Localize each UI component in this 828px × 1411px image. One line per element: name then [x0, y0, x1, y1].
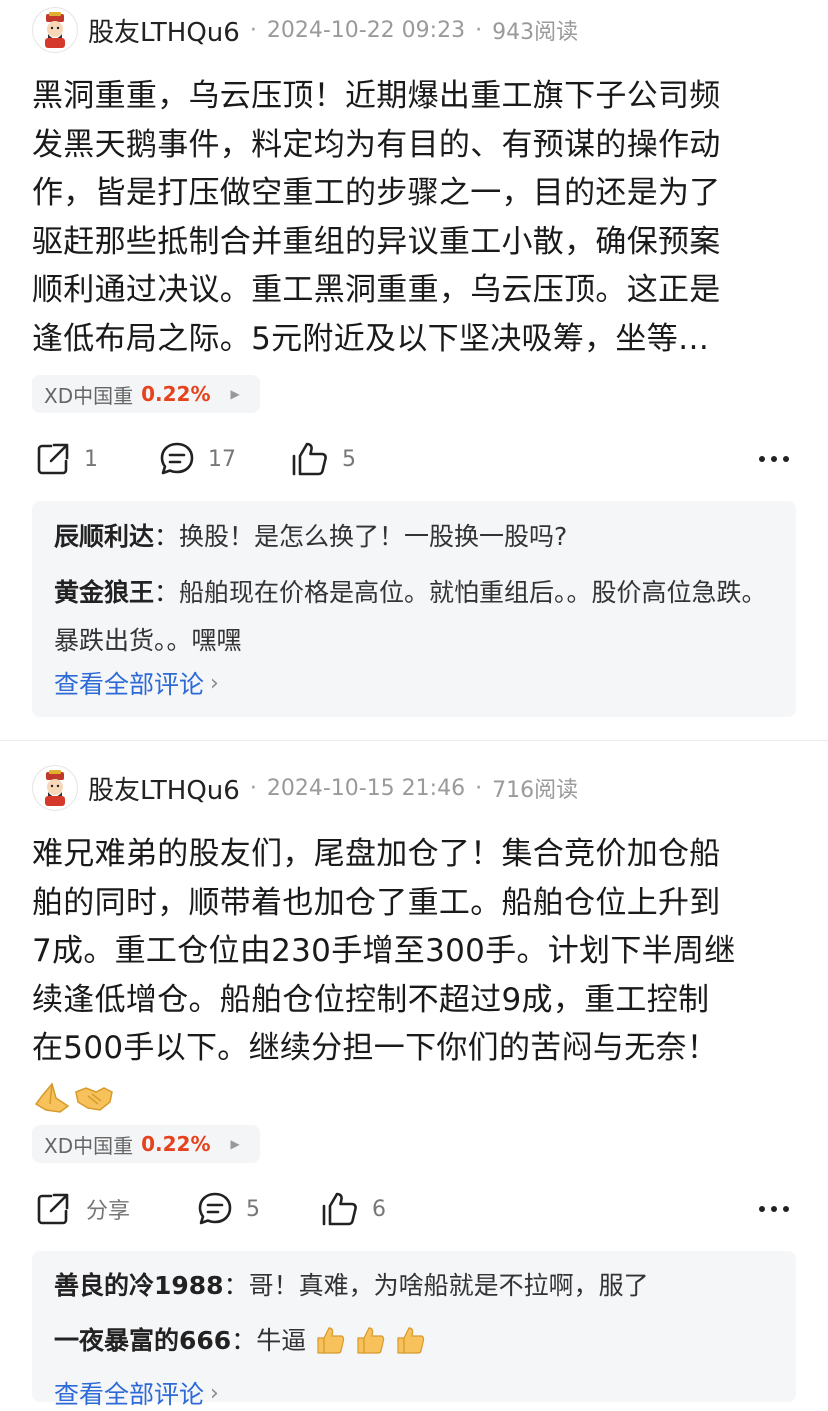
like-button[interactable]: 6 — [320, 1183, 386, 1235]
more-button[interactable] — [758, 433, 790, 485]
chevron-right-icon: › — [210, 670, 219, 696]
handshake-emoji-icon — [75, 1087, 113, 1111]
comment-author[interactable]: 辰顺利达 — [54, 522, 154, 551]
content-line: 发黑天鹅事件，料定均为有目的、有预谋的操作动 — [32, 126, 721, 163]
comments-preview[interactable]: 辰顺利达：换股！是怎么换了！一股换一股吗? 黄金狼王：船舶现在价格是高位。就怕重… — [32, 501, 796, 717]
read-count: 943阅读 — [492, 20, 579, 45]
like-count: 5 — [342, 446, 356, 472]
comment-item[interactable]: 辰顺利达：换股！是怎么换了！一股换一股吗? — [54, 513, 778, 561]
share-button[interactable]: 1 — [34, 433, 98, 485]
see-all-label: 查看全部评论 — [54, 670, 205, 699]
separator-dot: · — [475, 775, 483, 801]
separator-dot: · — [475, 17, 483, 43]
post-timestamp: 2024-10-15 21:46 — [266, 775, 466, 801]
avatar-god-of-wealth-icon — [45, 12, 65, 48]
avatar-god-of-wealth-icon — [45, 770, 65, 806]
content-line: 逢低布局之际。5元附近及以下坚决吸筹，坐等… — [32, 320, 710, 357]
see-all-comments-link[interactable]: 查看全部评论 › — [54, 665, 219, 701]
content-line: 作，皆是打压做空重工的步骤之一，目的还是为了 — [32, 175, 721, 212]
separator-dot: · — [249, 775, 257, 801]
content-line: 舶的同时，顺带着也加仓了重工。船舶仓位上升到 — [32, 884, 721, 921]
comment-author[interactable]: 黄金狼王 — [54, 578, 154, 607]
share-button[interactable]: 分享 — [34, 1183, 130, 1235]
content-line: 黑洞重重，乌云压顶！近期爆出重工旗下子公司频 — [32, 78, 721, 114]
play-arrow-icon: ▶ — [230, 1137, 240, 1151]
share-icon — [37, 1193, 69, 1225]
post-header: 股友LTHQu6 · 2024-10-22 09:23 · 943阅读 — [32, 6, 578, 54]
stock-name: XD中国重 — [44, 1133, 134, 1158]
comment-count: 5 — [246, 1196, 260, 1222]
like-icon — [322, 1192, 357, 1226]
content-line: 难兄难弟的股友们，尾盘加仓了！集合竞价加仓船 — [32, 836, 721, 872]
more-icon — [759, 456, 789, 462]
comment-colon: ： — [231, 1326, 257, 1355]
content-line: 续逢低增仓。船舶仓位控制不超过9成，重工控制 — [32, 981, 710, 1018]
see-all-label: 查看全部评论 — [54, 1380, 205, 1409]
comments-preview[interactable]: 善良的冷1988：哥！真难，为啥船就是不拉啊，服了 一夜暴富的666：牛逼 查看… — [32, 1251, 796, 1409]
comment-text: 牛逼 — [256, 1326, 307, 1355]
comment-colon: ： — [223, 1271, 249, 1300]
thumbs-up-emoji-icon — [317, 1327, 345, 1354]
username[interactable]: 股友LTHQu6 — [88, 12, 240, 49]
avatar[interactable] — [32, 7, 78, 53]
comment-item[interactable]: 黄金狼王：船舶现在价格是高位。就怕重组后。。股价高位急跌。暴跌出货。。嘿嘿 — [54, 569, 778, 664]
username[interactable]: 股友LTHQu6 — [88, 770, 240, 807]
folded-hands-emoji-icon — [34, 1082, 70, 1113]
read-count: 716阅读 — [492, 778, 579, 803]
see-all-comments-link[interactable]: 查看全部评论 › — [54, 1375, 219, 1411]
content-line: 7成。重工仓位由230手增至300手。计划下半周继 — [32, 933, 736, 970]
comment-button[interactable]: 5 — [196, 1183, 260, 1235]
stock-name: XD中国重 — [44, 383, 134, 408]
content-line: 驱赶那些抵制合并重组的异议重工小散，确保预案 — [32, 223, 721, 260]
comment-author[interactable]: 善良的冷1988 — [54, 1271, 224, 1300]
comment-text: 哥！真难，为啥船就是不拉啊，服了 — [248, 1271, 649, 1300]
like-icon — [292, 442, 327, 476]
play-arrow-icon: ▶ — [230, 387, 240, 401]
comment-count: 17 — [208, 446, 236, 472]
avatar[interactable] — [32, 765, 78, 811]
content-line: 顺利通过决议。重工黑洞重重，乌云压顶。这正是 — [32, 272, 721, 309]
more-button[interactable] — [758, 1183, 790, 1235]
stock-tag[interactable]: XD中国重 0.22% ▶ — [32, 375, 260, 413]
more-icon — [759, 1206, 789, 1212]
comment-button[interactable]: 17 — [158, 433, 236, 485]
post-divider — [0, 740, 828, 741]
comment-item[interactable]: 善良的冷1988：哥！真难，为啥船就是不拉啊，服了 — [54, 1262, 778, 1310]
comment-icon — [160, 442, 194, 475]
comment-item[interactable]: 一夜暴富的666：牛逼 — [54, 1317, 778, 1365]
share-icon — [37, 443, 69, 475]
post-timestamp: 2024-10-22 09:23 — [266, 17, 466, 43]
action-bar: 1 17 5 — [32, 433, 798, 485]
stock-change: 0.22% — [141, 382, 211, 406]
post-header: 股友LTHQu6 · 2024-10-15 21:46 · 716阅读 — [32, 764, 578, 812]
action-bar: 分享 5 6 — [32, 1183, 798, 1235]
post-content[interactable]: 黑洞重重，乌云压顶！近期爆出重工旗下子公司频 发黑天鹅事件，料定均为有目的、有预… — [32, 72, 798, 364]
like-button[interactable]: 5 — [290, 433, 356, 485]
stock-tag[interactable]: XD中国重 0.22% ▶ — [32, 1125, 260, 1163]
post-content[interactable]: 难兄难弟的股友们，尾盘加仓了！集合竞价加仓船 舶的同时，顺带着也加仓了重工。船舶… — [32, 830, 798, 1121]
comment-text: 换股！是怎么换了！一股换一股吗? — [179, 522, 568, 551]
comment-author[interactable]: 一夜暴富的666 — [54, 1326, 231, 1355]
comment-colon: ： — [154, 578, 180, 607]
share-count: 1 — [84, 446, 98, 472]
separator-dot: · — [249, 17, 257, 43]
like-count: 6 — [372, 1196, 386, 1222]
comment-colon: ： — [154, 522, 180, 551]
thumbs-up-emoji-icon — [397, 1327, 425, 1354]
emoji-row — [32, 1073, 798, 1121]
stock-change: 0.22% — [141, 1132, 211, 1156]
share-label: 分享 — [86, 1199, 131, 1224]
comment-icon — [198, 1192, 232, 1225]
thumbs-up-emoji-icon — [357, 1327, 385, 1354]
content-line: 在500手以下。继续分担一下你们的苦闷与无奈！ — [32, 1030, 719, 1067]
